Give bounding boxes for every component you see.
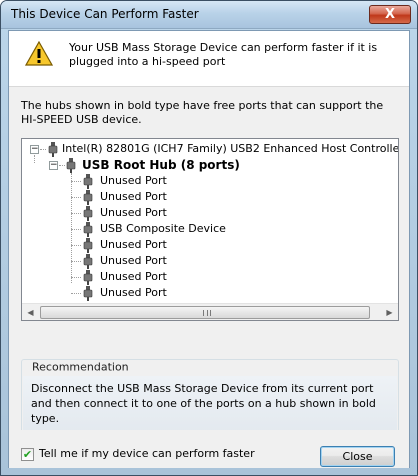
usb-port-icon [83,238,93,253]
content-panel: The hubs shown in bold type have free po… [9,86,409,468]
usb-port-icon [83,206,93,221]
window-title: This Device Can Perform Faster [11,7,199,21]
horizontal-scrollbar[interactable]: ◀ ▶ [22,303,398,320]
usb-port-icon [83,174,93,189]
port-item[interactable]: Unused Port [100,173,167,189]
collapse-controller-icon[interactable]: − [30,145,39,154]
port-item[interactable]: Unused Port [100,285,167,301]
port-item[interactable]: USB Composite Device [100,221,226,237]
recommendation-text: Disconnect the USB Mass Storage Device f… [31,382,376,425]
title-bar[interactable]: This Device Can Perform Faster X [1,1,417,29]
hubs-description: The hubs shown in bold type have free po… [21,99,384,126]
dialog-footer: ✔ Tell me if my device can perform faste… [9,430,409,468]
dialog-client: Your USB Mass Storage Device can perform… [8,30,410,468]
port-item[interactable]: Unused Port [100,253,167,269]
warning-triangle-icon [25,41,53,66]
recommendation-title: Recommendation [30,360,131,374]
port-item[interactable]: Unused Port [100,237,167,253]
usb-port-icon [83,222,93,237]
usb-port-icon [83,286,93,301]
collapse-hub-icon[interactable]: − [49,161,58,170]
usb-tree-view[interactable]: − Intel(R) 82801G (ICH7 Family) USB2 Enh… [21,138,399,321]
usb-port-icon [83,254,93,269]
scroll-left-icon[interactable]: ◀ [22,304,39,320]
window-close-button[interactable]: X [369,5,411,24]
usb-port-icon [83,270,93,285]
usb-hub-icon [66,158,76,173]
warning-message: Your USB Mass Storage Device can perform… [69,41,378,68]
port-item[interactable]: Unused Port [100,269,167,285]
scrollbar-thumb[interactable] [40,306,370,319]
notify-checkbox-label[interactable]: Tell me if my device can perform faster [39,447,255,460]
close-button[interactable]: Close [320,446,395,467]
root-hub-label[interactable]: USB Root Hub (8 ports) [82,157,240,173]
dialog-window: This Device Can Perform Faster X Your US… [0,0,418,476]
usb-port-icon [83,190,93,205]
port-item[interactable]: Unused Port [100,205,167,221]
scroll-right-icon[interactable]: ▶ [381,304,398,320]
usb-controller-icon [48,142,58,157]
port-item[interactable]: Unused Port [100,189,167,205]
notify-checkbox[interactable]: ✔ [21,448,34,461]
controller-label[interactable]: Intel(R) 82801G (ICH7 Family) USB2 Enhan… [62,141,398,157]
recommendation-group: Recommendation Disconnect the USB Mass S… [21,359,399,439]
